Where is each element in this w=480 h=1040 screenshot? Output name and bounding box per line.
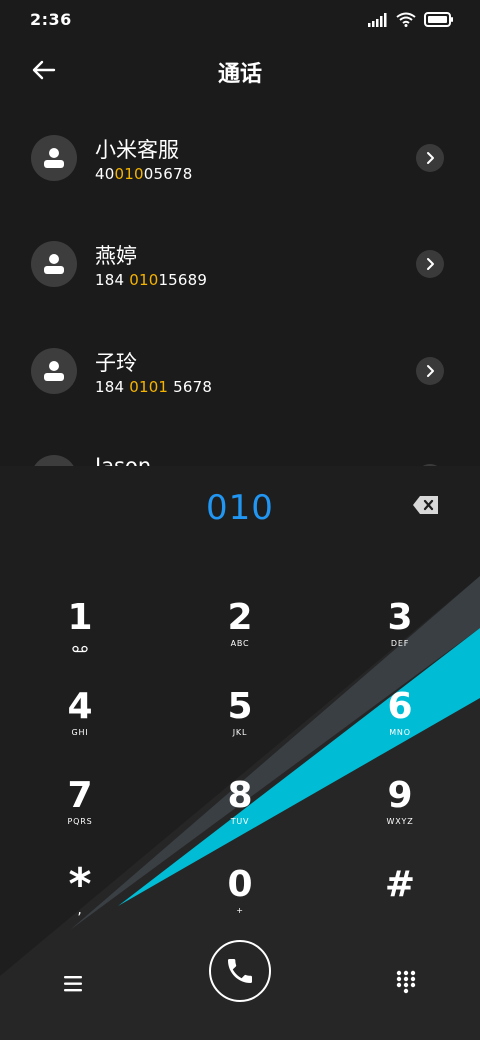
avatar bbox=[31, 135, 77, 181]
call-button[interactable] bbox=[209, 940, 271, 1002]
key-9[interactable]: 9 WXYZ bbox=[340, 776, 460, 856]
key-4[interactable]: 4 GHI bbox=[20, 687, 140, 767]
contact-detail-button[interactable] bbox=[416, 144, 444, 172]
phone-icon bbox=[228, 959, 252, 983]
contact-list: 小米客服 4001005678 燕婷 184 01015689 子玲 184 0… bbox=[0, 110, 480, 466]
key-star[interactable]: * , bbox=[20, 863, 140, 945]
contact-name: Jason bbox=[95, 454, 152, 466]
status-time: 2:36 bbox=[30, 10, 72, 29]
key-3[interactable]: 3 DEF bbox=[340, 598, 460, 678]
key-0[interactable]: 0 + bbox=[180, 865, 300, 945]
key-6[interactable]: 6 MNO bbox=[340, 687, 460, 767]
avatar bbox=[31, 455, 77, 466]
hamburger-menu-icon bbox=[64, 976, 82, 992]
person-icon bbox=[44, 148, 64, 168]
dialpad-icon bbox=[396, 970, 416, 994]
key-7[interactable]: 7 PQRS bbox=[20, 776, 140, 856]
contact-number: 4001005678 bbox=[95, 165, 193, 183]
dialpad-toggle-button[interactable] bbox=[396, 970, 416, 994]
dialer-bottom-bar bbox=[0, 940, 480, 1040]
battery-icon bbox=[424, 12, 453, 27]
key-2[interactable]: 2 ABC bbox=[180, 598, 300, 678]
chevron-right-icon bbox=[427, 258, 434, 270]
page-title: 通话 bbox=[217, 62, 262, 87]
person-icon bbox=[44, 254, 64, 274]
dialer-panel: 010 1 2 ABC 3 DEF 4 GHI 5 JKL 6 MNO 7 PQ… bbox=[0, 466, 480, 1040]
contact-name: 子玲 bbox=[95, 351, 137, 375]
contact-row[interactable]: 子玲 184 0101 5678 bbox=[0, 323, 480, 419]
header: 通话 bbox=[0, 44, 480, 100]
avatar bbox=[31, 348, 77, 394]
backspace-button[interactable] bbox=[412, 494, 440, 516]
match-highlight: 0101 bbox=[129, 378, 169, 396]
contact-number: 184 01015689 bbox=[95, 271, 208, 289]
chevron-right-icon bbox=[427, 152, 434, 164]
contact-number: 184 0101 5678 bbox=[95, 378, 213, 396]
wifi-icon bbox=[396, 12, 416, 27]
contact-name: 小米客服 bbox=[95, 138, 179, 162]
contact-row[interactable]: 燕婷 184 01015689 bbox=[0, 216, 480, 312]
contact-row[interactable]: 小米客服 4001005678 bbox=[0, 110, 480, 206]
key-8[interactable]: 8 TUV bbox=[180, 776, 300, 856]
match-highlight: 010 bbox=[114, 165, 144, 183]
contact-detail-button[interactable] bbox=[416, 250, 444, 278]
signal-icon bbox=[368, 12, 387, 27]
avatar bbox=[31, 241, 77, 287]
contact-detail-button[interactable] bbox=[416, 357, 444, 385]
person-icon bbox=[44, 361, 64, 381]
backspace-icon bbox=[413, 496, 438, 514]
key-hash[interactable]: # bbox=[340, 865, 460, 945]
chevron-right-icon bbox=[427, 365, 434, 377]
contact-row[interactable]: Jason bbox=[0, 430, 480, 466]
menu-button[interactable] bbox=[62, 974, 86, 994]
contact-name: 燕婷 bbox=[95, 244, 137, 268]
match-highlight: 010 bbox=[129, 271, 159, 289]
voicemail-icon bbox=[72, 645, 88, 653]
status-bar: 2:36 bbox=[0, 0, 480, 40]
key-5[interactable]: 5 JKL bbox=[180, 687, 300, 767]
key-1[interactable]: 1 bbox=[20, 598, 140, 678]
dial-input[interactable]: 010 bbox=[0, 488, 480, 528]
